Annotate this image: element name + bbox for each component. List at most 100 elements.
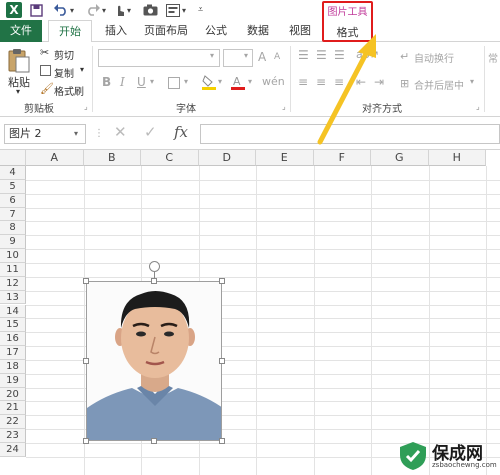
tab-insert[interactable]: 插入 [98, 20, 134, 42]
wrap-text-button[interactable]: 自动换行 [414, 50, 454, 65]
number-format-peek[interactable]: 常 [488, 50, 498, 65]
phonetic-icon[interactable]: wén [262, 75, 285, 88]
shrink-font-button[interactable]: A [274, 52, 280, 62]
paste-icon[interactable] [8, 48, 30, 74]
row-header-10[interactable]: 10 [0, 249, 26, 263]
resize-handle[interactable] [151, 438, 157, 444]
tab-file[interactable]: 文件 [0, 20, 42, 42]
tab-home[interactable]: 开始 [48, 20, 92, 43]
row-header-16[interactable]: 16 [0, 332, 26, 347]
row-header-22[interactable]: 22 [0, 415, 26, 430]
bold-button[interactable]: B [102, 75, 111, 89]
clipboard-launcher-icon[interactable]: ⌟ [84, 102, 88, 111]
resize-handle[interactable] [219, 358, 225, 364]
touch-mode-icon[interactable] [114, 2, 126, 18]
font-size-combo[interactable] [223, 49, 253, 67]
save-icon[interactable] [30, 2, 43, 18]
undo-dropdown-icon[interactable]: ▾ [70, 2, 74, 18]
merge-center-icon[interactable]: ⊞ [400, 77, 409, 90]
orientation-icon[interactable]: ab↗ [356, 48, 379, 61]
alignment-launcher-icon[interactable]: ⌟ [476, 102, 480, 111]
borders-icon[interactable] [168, 77, 180, 89]
cut-icon[interactable]: ✂ [40, 46, 49, 59]
tab-view[interactable]: 视图 [282, 20, 318, 42]
resize-handle[interactable] [83, 278, 89, 284]
redo-dropdown-icon[interactable]: ▾ [102, 2, 106, 18]
paste-dropdown-icon[interactable]: ▾ [16, 87, 20, 96]
undo-icon[interactable] [54, 2, 68, 18]
print-dropdown-icon[interactable]: ▾ [182, 2, 186, 18]
underline-dropdown-icon[interactable]: ▾ [150, 77, 154, 86]
wrap-text-icon[interactable]: ↵ [400, 50, 409, 63]
insert-function-button[interactable]: fx [174, 123, 188, 141]
name-box-dropdown-icon[interactable]: ▾ [74, 129, 78, 138]
underline-button[interactable]: U [137, 75, 146, 89]
resize-handle[interactable] [83, 358, 89, 364]
customize-qat-icon[interactable]: ⩡ [198, 2, 203, 18]
font-launcher-icon[interactable]: ⌟ [282, 102, 286, 111]
formula-input[interactable] [200, 124, 500, 144]
row-header-21[interactable]: 21 [0, 401, 26, 416]
increase-indent-icon[interactable]: ⇥ [374, 75, 384, 89]
fill-color-dropdown-icon[interactable]: ▾ [218, 77, 222, 86]
row-header-7[interactable]: 7 [0, 207, 26, 222]
resize-handle[interactable] [219, 438, 225, 444]
copy-button[interactable]: 复制 [54, 65, 74, 80]
column-header-a[interactable]: A [26, 150, 84, 166]
align-center-icon[interactable]: ≡ [316, 75, 326, 89]
tab-page-layout[interactable]: 页面布局 [139, 20, 193, 42]
row-header-23[interactable]: 23 [0, 429, 26, 443]
format-painter-icon[interactable]: 🖌 [40, 82, 54, 95]
merge-center-button[interactable]: 合并后居中 [414, 77, 464, 92]
font-name-dropdown-icon[interactable]: ▾ [210, 51, 214, 60]
font-size-dropdown-icon[interactable]: ▾ [244, 51, 248, 60]
align-top-icon[interactable]: ☰ [298, 48, 309, 62]
fill-color-icon[interactable] [202, 74, 216, 90]
column-header-f[interactable]: F [313, 150, 371, 166]
column-header-h[interactable]: H [428, 150, 486, 166]
camera-icon[interactable] [143, 2, 158, 18]
row-header-6[interactable]: 6 [0, 193, 26, 208]
font-name-combo[interactable] [98, 49, 220, 67]
row-header-9[interactable]: 9 [0, 235, 26, 250]
copy-icon[interactable] [40, 65, 51, 76]
format-painter-button[interactable]: 格式刷 [54, 83, 84, 98]
cut-button[interactable]: 剪切 [54, 47, 74, 62]
grow-font-button[interactable]: A [258, 50, 266, 64]
row-header-13[interactable]: 13 [0, 290, 26, 305]
select-all-corner[interactable] [0, 150, 26, 166]
resize-handle[interactable] [83, 438, 89, 444]
row-header-12[interactable]: 12 [0, 276, 26, 291]
tab-data[interactable]: 数据 [240, 20, 276, 42]
column-header-d[interactable]: D [198, 150, 256, 166]
row-header-24[interactable]: 24 [0, 443, 26, 457]
decrease-indent-icon[interactable]: ⇤ [356, 75, 366, 89]
row-header-14[interactable]: 14 [0, 304, 26, 319]
print-preview-icon[interactable] [166, 2, 180, 18]
column-header-b[interactable]: B [83, 150, 141, 166]
row-header-19[interactable]: 19 [0, 373, 26, 388]
tab-formulas[interactable]: 公式 [198, 20, 234, 42]
row-header-20[interactable]: 20 [0, 387, 26, 402]
touch-dropdown-icon[interactable]: ▾ [127, 2, 131, 18]
merge-dropdown-icon[interactable]: ▾ [470, 77, 474, 86]
row-header-15[interactable]: 15 [0, 318, 26, 333]
row-header-17[interactable]: 17 [0, 346, 26, 360]
enter-icon[interactable]: ✓ [144, 123, 157, 141]
copy-dropdown-icon[interactable]: ▾ [80, 65, 84, 74]
redo-icon[interactable] [86, 2, 100, 18]
cancel-icon[interactable]: ✕ [114, 123, 127, 141]
column-header-e[interactable]: E [256, 150, 314, 166]
column-header-c[interactable]: C [141, 150, 199, 166]
resize-handle[interactable] [151, 278, 157, 284]
align-left-icon[interactable]: ≡ [298, 75, 308, 89]
row-header-8[interactable]: 8 [0, 221, 26, 236]
row-header-4[interactable]: 4 [0, 166, 26, 180]
resize-handle[interactable] [219, 278, 225, 284]
row-header-11[interactable]: 11 [0, 262, 26, 277]
row-header-5[interactable]: 5 [0, 179, 26, 194]
font-color-icon[interactable]: A [231, 74, 245, 90]
font-color-dropdown-icon[interactable]: ▾ [248, 77, 252, 86]
borders-dropdown-icon[interactable]: ▾ [184, 77, 188, 86]
selected-photo[interactable] [86, 281, 222, 441]
